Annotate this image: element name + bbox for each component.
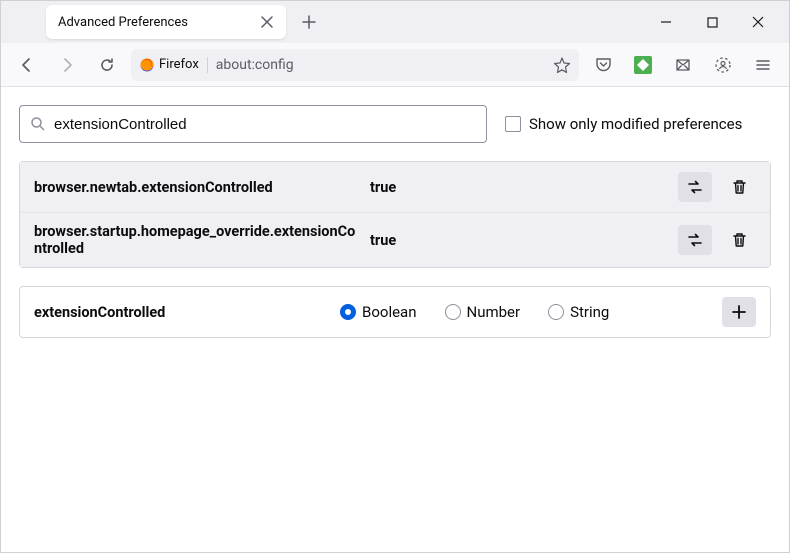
radio-label: String	[570, 303, 609, 321]
url-text: about:config	[216, 57, 545, 73]
add-button[interactable]	[722, 297, 756, 327]
close-window-button[interactable]	[735, 3, 781, 41]
pref-value: true	[370, 232, 668, 249]
identity-box[interactable]: Firefox	[139, 57, 208, 73]
minimize-button[interactable]	[643, 3, 689, 41]
extension-icon[interactable]	[627, 49, 659, 81]
show-modified-checkbox[interactable]: Show only modified preferences	[505, 115, 742, 133]
radio-boolean[interactable]: Boolean	[340, 303, 417, 321]
radio-number[interactable]: Number	[445, 303, 521, 321]
account-icon[interactable]	[707, 49, 739, 81]
checkbox-icon	[505, 116, 521, 132]
search-row: Show only modified preferences	[19, 105, 771, 143]
pref-name: browser.startup.homepage_override.extens…	[34, 223, 360, 257]
forward-button[interactable]	[51, 49, 83, 81]
search-icon	[30, 116, 46, 132]
new-tab-button[interactable]	[294, 7, 324, 37]
back-button[interactable]	[11, 49, 43, 81]
radio-icon	[340, 304, 356, 320]
create-pref-row: extensionControlled Boolean Number Strin…	[19, 286, 771, 338]
delete-button[interactable]	[722, 172, 756, 202]
firefox-logo-icon	[139, 57, 155, 73]
tab-bar: Advanced Preferences	[1, 1, 789, 43]
pref-row[interactable]: browser.newtab.extensionControlled true	[20, 162, 770, 212]
identity-label: Firefox	[159, 57, 199, 72]
radio-string[interactable]: String	[548, 303, 609, 321]
pref-row[interactable]: browser.startup.homepage_override.extens…	[20, 212, 770, 267]
radio-icon	[548, 304, 564, 320]
toggle-button[interactable]	[678, 225, 712, 255]
create-pref-name: extensionControlled	[34, 304, 330, 321]
pref-actions	[678, 172, 756, 202]
pref-value: true	[370, 179, 668, 196]
tab-title: Advanced Preferences	[58, 15, 252, 30]
radio-label: Number	[467, 303, 521, 321]
pref-actions	[678, 225, 756, 255]
pref-name: browser.newtab.extensionControlled	[34, 179, 360, 196]
search-box[interactable]	[19, 105, 487, 143]
delete-button[interactable]	[722, 225, 756, 255]
radio-icon	[445, 304, 461, 320]
inbox-icon[interactable]	[667, 49, 699, 81]
browser-window: Advanced Preferences	[0, 0, 790, 553]
toggle-button[interactable]	[678, 172, 712, 202]
reload-button[interactable]	[91, 49, 123, 81]
preference-table: browser.newtab.extensionControlled true …	[19, 161, 771, 268]
maximize-button[interactable]	[689, 3, 735, 41]
url-bar[interactable]: Firefox about:config	[131, 49, 579, 81]
radio-label: Boolean	[362, 303, 417, 321]
bookmark-star-icon[interactable]	[553, 56, 571, 74]
type-options: Boolean Number String	[340, 303, 712, 321]
window-controls	[643, 3, 789, 41]
tab-active[interactable]: Advanced Preferences	[46, 5, 286, 39]
about-config-content: Show only modified preferences browser.n…	[1, 87, 789, 552]
navigation-toolbar: Firefox about:config	[1, 43, 789, 87]
show-modified-label: Show only modified preferences	[529, 115, 742, 133]
pocket-icon[interactable]	[587, 49, 619, 81]
app-menu-icon[interactable]	[747, 49, 779, 81]
search-input[interactable]	[54, 116, 476, 133]
close-tab-icon[interactable]	[260, 15, 274, 29]
